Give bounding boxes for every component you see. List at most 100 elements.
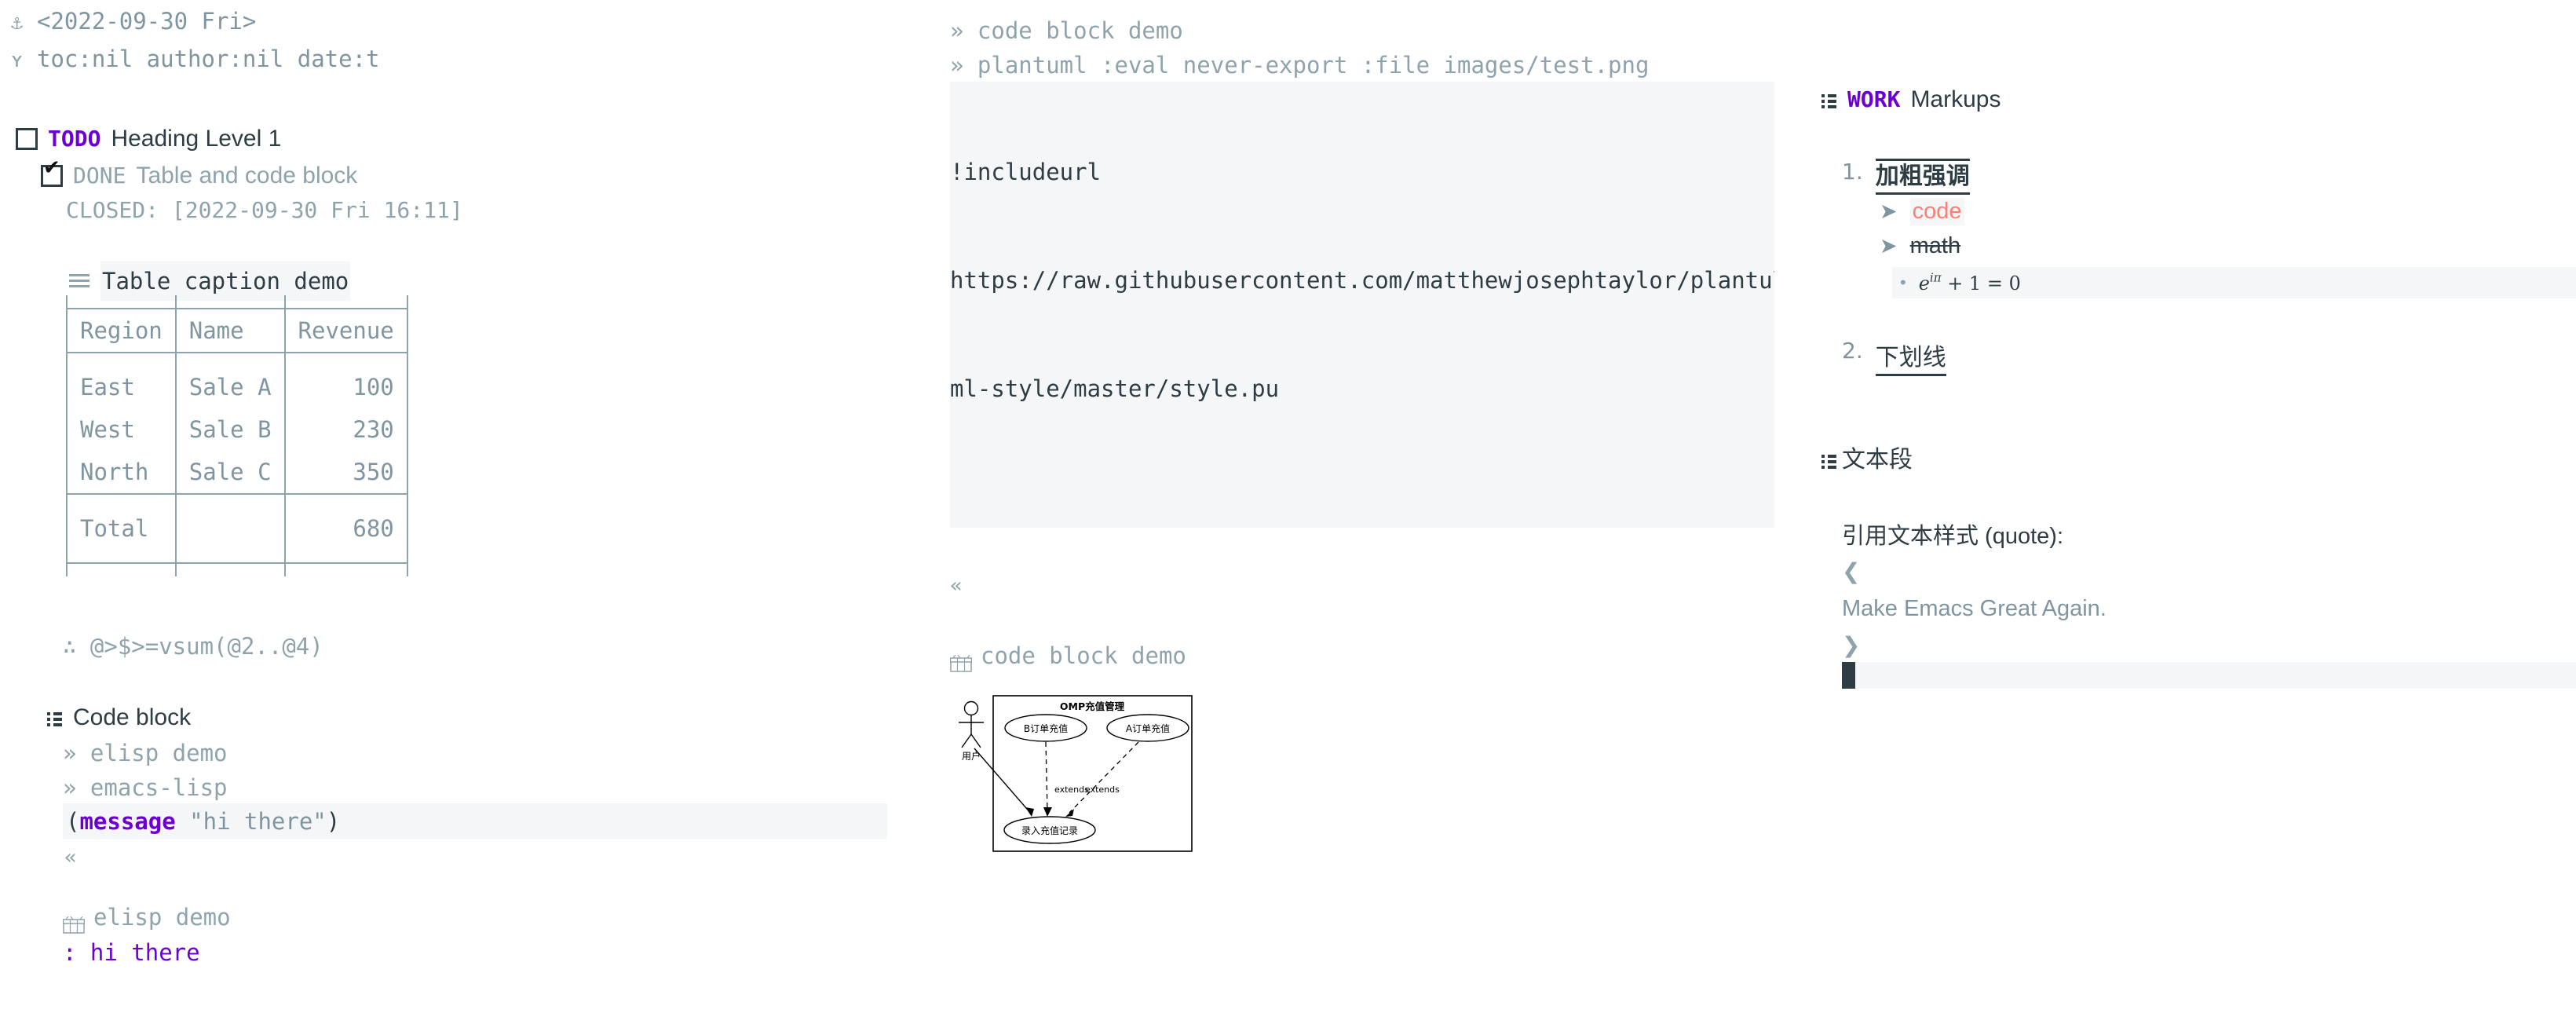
done-keyword[interactable]: DONE [73, 158, 126, 194]
sub-list-item-code[interactable]: ➤ code [1880, 198, 1964, 225]
plantuml-line: https://raw.githubusercontent.com/matthe… [950, 267, 1774, 294]
heading-code-block[interactable]: Code block [47, 700, 191, 736]
checkbox-unchecked-icon[interactable] [16, 128, 38, 150]
plantuml-src-body[interactable]: !includeurl https://raw.githubuserconten… [950, 82, 1774, 528]
table-row [66, 550, 408, 564]
table-cell: East [66, 366, 177, 408]
org-keyword-date-text: <2022-09-30 Fri> [37, 8, 257, 35]
table-cell [283, 494, 408, 507]
org-keyword-date-line[interactable]: ⚓ <2022-09-30 Fri> [11, 3, 380, 41]
mid-src-begin-line: » plantuml :eval never-export :file imag… [950, 52, 1650, 79]
results-gift-svg [62, 916, 86, 934]
plantuml-line: !includeurl [950, 159, 1102, 185]
uml-usecase-bottom-label: 录入充值记录 [1021, 825, 1078, 836]
sub-list-item-math[interactable]: ➤ math [1880, 233, 1960, 259]
org-keyword-options-line[interactable]: ʏ toc:nil author:nil date:t [11, 41, 380, 79]
arrow-bullet-icon: ➤ [1880, 199, 1898, 223]
results-gift-icon [62, 909, 86, 934]
org-table[interactable]: Region Name Revenue East Sale A 100 West… [66, 295, 408, 576]
heading-level-2-title: Table and code block [136, 163, 358, 188]
org-mode-buffer: ⚓ <2022-09-30 Fri> ʏ toc:nil author:nil … [0, 0, 2576, 1024]
results-gift-icon [949, 647, 973, 672]
underline-text: 下划线 [1875, 338, 1946, 376]
inline-code-text: code [1909, 198, 1964, 225]
uml-title: OMP充值管理 [1060, 700, 1125, 712]
results-name-text: elisp demo [93, 904, 231, 931]
heading-level-1-title: Heading Level 1 [111, 126, 282, 152]
table-row [66, 353, 408, 366]
table-cell [66, 550, 177, 564]
plantuml-diagram-image[interactable]: OMP充值管理 用户 B订单充值 A订单充值 录入充值记录 extends ex… [950, 691, 1201, 862]
table-cell [66, 353, 177, 366]
table-cell [174, 550, 286, 564]
table-cell [283, 550, 408, 564]
quote-intro-text: 引用文本样式 (quote): [1842, 524, 2063, 549]
results-output: : hi there [63, 939, 200, 966]
table-row[interactable]: West Sale B 230 [66, 408, 408, 451]
results-gift-svg [949, 654, 973, 672]
table-cell [66, 295, 177, 309]
math-formula: eiπ + 1 = 0 [1918, 269, 2021, 294]
uml-edge-label-left: extends [1054, 784, 1089, 795]
mid-src-name-line: » code block demo [950, 17, 1183, 44]
arrow-bullet-icon: ➤ [1880, 234, 1898, 258]
table-header-name: Name [174, 308, 286, 353]
todo-keyword[interactable]: TODO [48, 121, 100, 157]
src-function-name: message [79, 808, 176, 835]
table-header-region: Region [66, 308, 177, 353]
quote-text: Make Emacs Great Again. [1842, 596, 2106, 621]
checkbox-checked-icon[interactable] [41, 158, 63, 187]
table-cell: 230 [283, 408, 408, 451]
heading-markups[interactable]: WORK Markups [1821, 82, 2001, 118]
list-bullets-icon [1821, 91, 1837, 108]
table-cell: Sale A [174, 366, 286, 408]
ordered-list-item-1[interactable]: 1. 加粗强调 [1842, 159, 1970, 195]
heading-text-section[interactable]: 文本段 [1821, 442, 1913, 478]
ordered-list-item-2[interactable]: 2. 下划线 [1842, 338, 1946, 376]
table-row[interactable]: North Sale C 350 [66, 451, 408, 495]
table-cell [283, 295, 408, 309]
table-header-row: Region Name Revenue [66, 308, 408, 353]
src-begin-line: » emacs-lisp [63, 774, 228, 801]
src-string-literal: "hi there" [189, 808, 327, 835]
table-cell [66, 494, 177, 507]
table-cell [174, 494, 286, 507]
strikethrough-text: math [1909, 233, 1961, 258]
table-row [66, 563, 408, 576]
src-name-line: » elisp demo [63, 740, 228, 766]
dot-bullet-icon: • [1900, 272, 1906, 292]
uml-usecase-left-label: B订单充值 [1024, 722, 1068, 734]
list-number: 1. [1842, 159, 1863, 185]
list-bullets-icon [1821, 452, 1837, 469]
table-row [66, 295, 408, 309]
table-cell-total-value: 680 [283, 507, 408, 550]
table-cell [174, 353, 286, 366]
math-fragment-line[interactable]: • eiπ + 1 = 0 [1892, 267, 2576, 298]
src-paren-close: ) [326, 808, 341, 835]
list-bullets-icon [47, 709, 63, 726]
quote-close-glyph: ❯ [1842, 632, 1861, 658]
table-row[interactable]: East Sale A 100 [66, 366, 408, 408]
mid-src-end-glyph: « [950, 574, 963, 598]
list-number: 2. [1842, 338, 1863, 364]
options-icon: ʏ [11, 49, 24, 71]
heading-markups-title: Markups [1910, 86, 2001, 112]
uml-usecase-svg: OMP充值管理 用户 B订单充值 A订单充值 录入充值记录 extends ex… [950, 691, 1201, 856]
table-cell-total-label: Total [66, 507, 177, 550]
table-total-row[interactable]: Total 680 [66, 507, 408, 550]
anchor-icon: ⚓ [11, 11, 24, 34]
heading-level-1[interactable]: TODO Heading Level 1 [16, 121, 281, 157]
org-keyword-options-text: toc:nil author:nil date:t [37, 46, 380, 72]
src-space [176, 808, 189, 835]
table-cell: 350 [283, 451, 408, 495]
org-keyword-block: ⚓ <2022-09-30 Fri> ʏ toc:nil author:nil … [11, 3, 380, 79]
table-cell: North [66, 451, 177, 495]
quote-open-glyph: ❮ [1842, 558, 1861, 584]
table-cell: Sale B [174, 408, 286, 451]
heading-level-2[interactable]: DONE Table and code block [41, 158, 357, 194]
src-code-body[interactable]: (message "hi there") [63, 803, 887, 839]
src-paren-open: ( [66, 808, 80, 835]
table-cell [174, 507, 286, 550]
cursor-line[interactable] [1842, 662, 2576, 689]
work-keyword[interactable]: WORK [1847, 82, 1900, 118]
